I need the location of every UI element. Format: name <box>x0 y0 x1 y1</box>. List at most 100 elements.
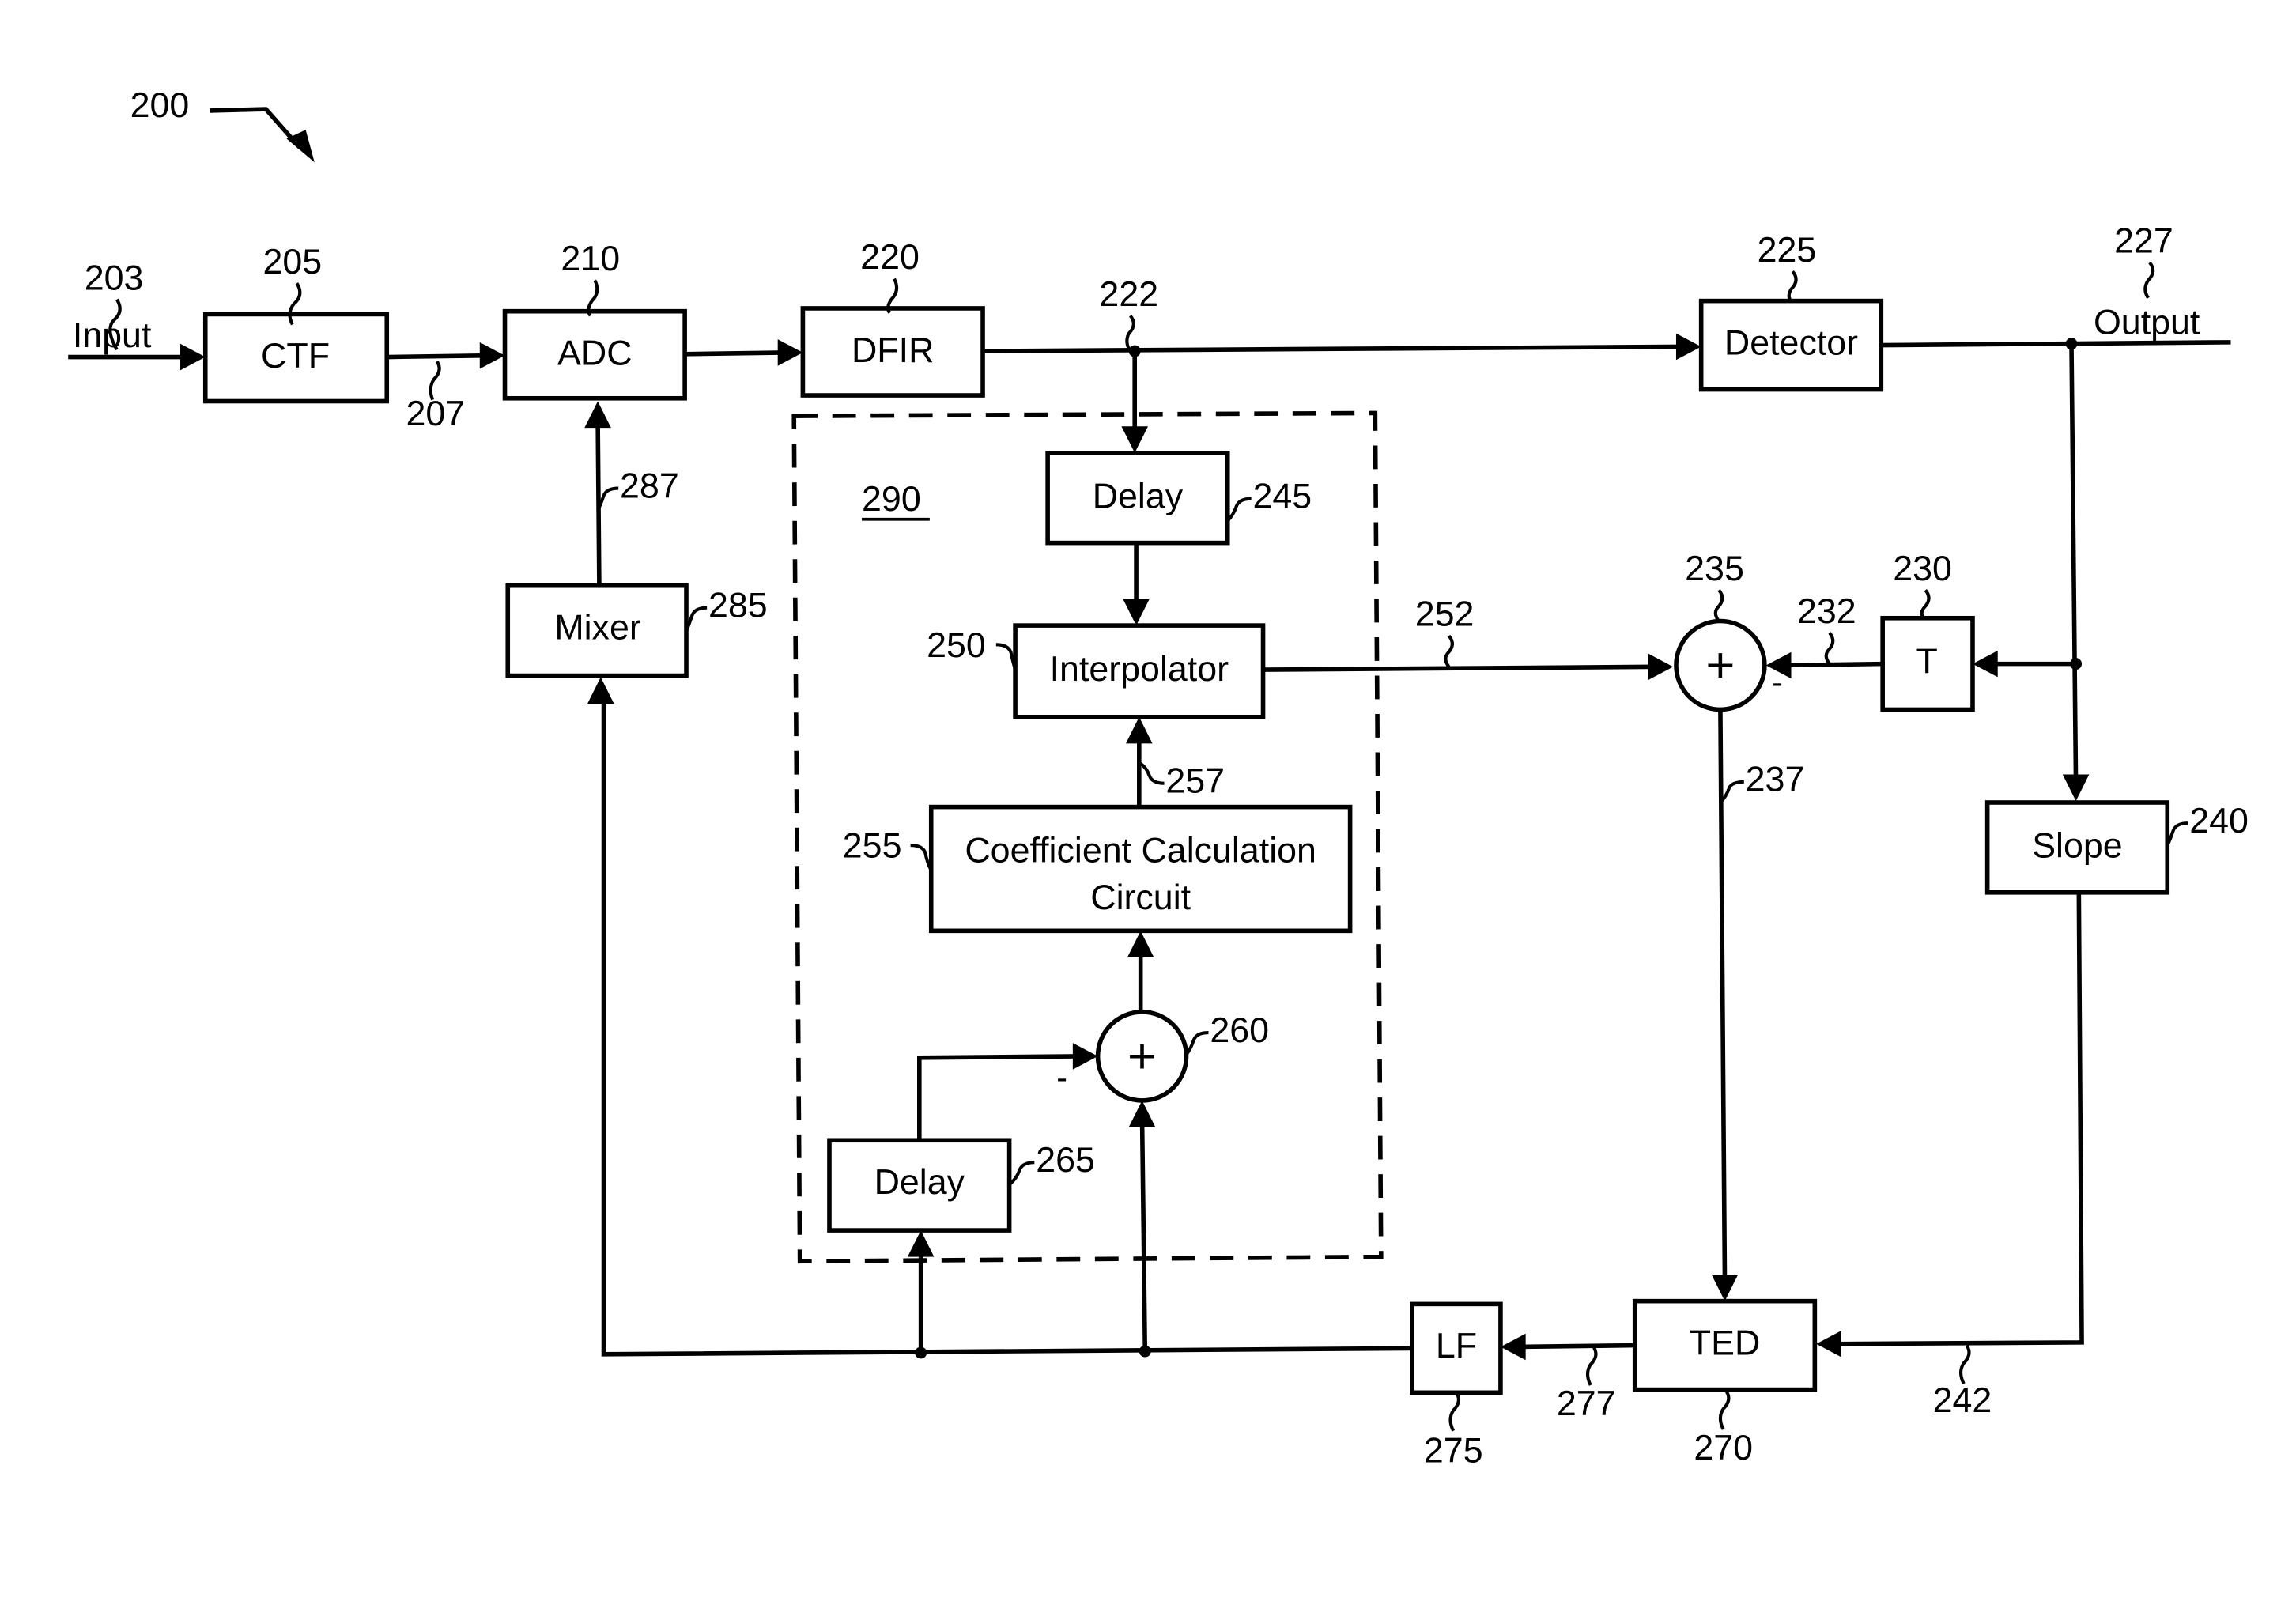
arrowhead-icon <box>587 677 614 704</box>
leader-line <box>1444 634 1454 668</box>
figure-ref-200: 200 <box>130 85 315 163</box>
block-dfir-label: DFIR <box>852 330 934 370</box>
block-detector[interactable]: Detector <box>1698 298 1884 392</box>
ref-230: 230 <box>1893 549 1952 588</box>
output-label: Output <box>2094 302 2200 342</box>
ref-245: 245 <box>1252 476 1312 515</box>
leader-line <box>1448 1392 1460 1432</box>
leader-line <box>1585 1346 1598 1386</box>
figure-ref-label: 200 <box>130 85 190 125</box>
block-delay-245[interactable]: Delay <box>1045 451 1230 546</box>
minus-sign: - <box>1772 664 1783 701</box>
block-delay-265-label: Delay <box>874 1162 965 1202</box>
block-ctf-label: CTF <box>261 336 330 376</box>
arrowhead-icon <box>584 401 611 429</box>
block-t[interactable]: T <box>1880 615 1975 712</box>
leader-line <box>995 643 1018 670</box>
arrowhead-icon <box>479 342 505 369</box>
leader-line <box>1226 497 1252 523</box>
leader-line <box>2166 821 2188 847</box>
leader-line <box>1920 589 1931 620</box>
arrowhead-icon <box>777 339 803 366</box>
wire-feedback-bus <box>601 694 1413 1357</box>
leader-line <box>1713 589 1724 622</box>
ref-237: 237 <box>1746 760 1805 799</box>
ref-277: 277 <box>1557 1384 1616 1423</box>
block-coefficient-calculation-circuit[interactable]: Coefficient Calculation Circuit <box>928 804 1353 934</box>
block-slope-label: Slope <box>2032 826 2122 866</box>
ref-242: 242 <box>1933 1380 1992 1420</box>
ref-257: 257 <box>1165 761 1225 801</box>
wire-output-branch <box>2069 343 2079 785</box>
block-t-label: T <box>1916 641 1937 681</box>
block-lf-label: LF <box>1436 1326 1477 1365</box>
wire-222 <box>983 344 1684 353</box>
ref-270: 270 <box>1694 1428 1753 1467</box>
block-ted[interactable]: TED <box>1632 1298 1818 1392</box>
leader-line <box>1959 1344 1971 1385</box>
ref-285: 285 <box>708 586 768 625</box>
ref-275: 275 <box>1424 1431 1483 1471</box>
arrowhead-icon <box>2062 774 2090 802</box>
group-290-ref: 290 <box>862 479 921 519</box>
arrowhead-icon <box>1121 426 1148 453</box>
leader-line <box>1718 1390 1731 1430</box>
wire-output <box>1881 340 2231 348</box>
wire-207 <box>387 353 489 360</box>
block-mixer[interactable]: Mixer <box>505 583 689 678</box>
ref-205: 205 <box>263 242 323 281</box>
ref-232: 232 <box>1797 591 1856 631</box>
ref-250: 250 <box>927 625 986 665</box>
leader-line <box>910 844 933 871</box>
ref-203: 203 <box>85 258 144 297</box>
leader-line <box>1719 780 1744 804</box>
wire-242 <box>1833 892 2084 1346</box>
wire-287 <box>595 418 602 586</box>
summing-junction-235[interactable]: + - <box>1674 618 1783 712</box>
ref-235: 235 <box>1685 549 1744 588</box>
ref-260: 260 <box>1210 1010 1269 1050</box>
leader-line <box>1824 632 1835 665</box>
wire-adc-dfir <box>685 350 786 357</box>
arrowhead-icon <box>1972 650 1998 678</box>
block-ctf[interactable]: CTF <box>202 312 390 404</box>
block-coefficient-label-line2: Circuit <box>1090 878 1191 917</box>
arrowhead-icon <box>907 1230 935 1257</box>
block-delay-265[interactable]: Delay <box>827 1138 1012 1233</box>
arrowhead-icon <box>1711 1275 1739 1301</box>
arrowhead-icon <box>1675 333 1701 361</box>
leader-line <box>685 606 708 633</box>
minus-sign: - <box>1056 1059 1067 1096</box>
block-delay-245-label: Delay <box>1093 476 1184 515</box>
arrowhead-icon <box>1816 1330 1841 1358</box>
block-adc-label: ADC <box>557 333 633 372</box>
block-slope[interactable]: Slope <box>1984 800 2170 895</box>
block-adc[interactable]: ADC <box>502 308 687 401</box>
ref-255: 255 <box>843 826 902 866</box>
block-lf[interactable]: LF <box>1410 1301 1503 1395</box>
arrowhead-icon <box>180 343 206 371</box>
ref-220: 220 <box>860 237 920 277</box>
leader-line <box>1138 761 1165 785</box>
ref-252: 252 <box>1415 595 1475 634</box>
plus-icon: + <box>1705 637 1735 693</box>
arrowhead-icon <box>1128 1100 1156 1127</box>
leader-line <box>1184 1031 1209 1056</box>
block-ted-label: TED <box>1690 1323 1761 1362</box>
wire-bus-sum260 <box>1139 1118 1148 1352</box>
ref-240: 240 <box>2189 801 2249 840</box>
block-mixer-label: Mixer <box>554 608 641 648</box>
ref-227: 227 <box>2114 221 2173 261</box>
leader-line <box>1008 1161 1035 1186</box>
block-coefficient-label-line1: Coefficient Calculation <box>965 830 1316 870</box>
ref-207: 207 <box>406 394 465 433</box>
block-dfir[interactable]: DFIR <box>800 306 985 398</box>
block-interpolator-label: Interpolator <box>1050 649 1229 689</box>
leader-line <box>2143 261 2155 300</box>
arrowhead-icon <box>1072 1043 1098 1070</box>
block-interpolator[interactable]: Interpolator <box>1013 623 1266 719</box>
wire-232 <box>1784 661 1882 668</box>
ref-225: 225 <box>1758 230 1817 270</box>
leader-line <box>1787 270 1798 303</box>
arrowhead-icon <box>1123 599 1150 626</box>
